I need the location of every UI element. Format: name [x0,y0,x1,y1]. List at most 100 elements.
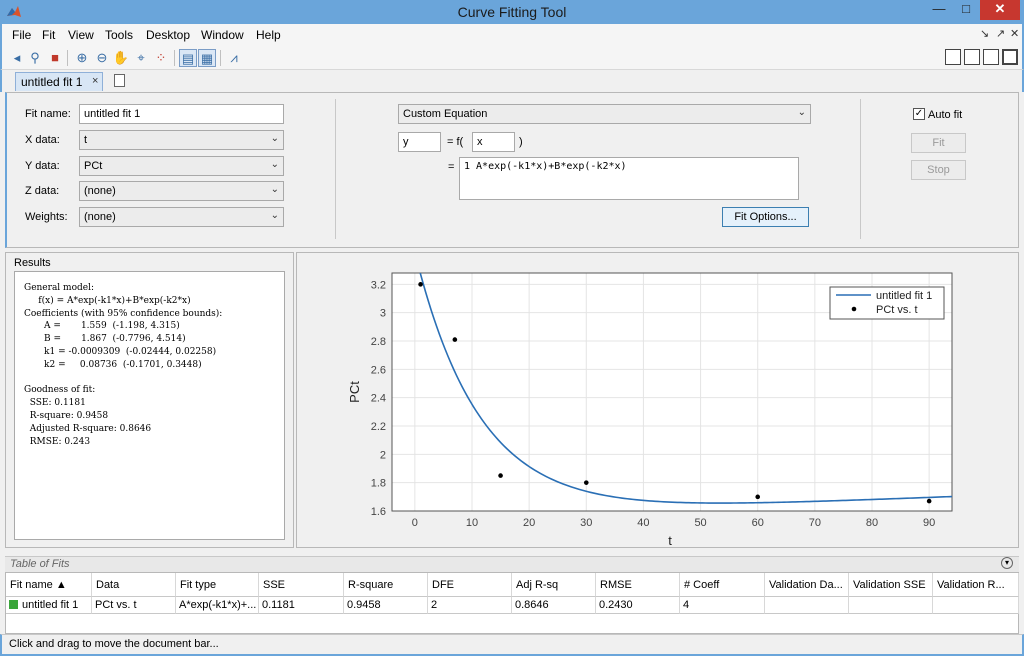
legend-label-data: PCt vs. t [876,304,918,316]
status-bar: Click and drag to move the document bar.… [0,634,1024,656]
maximize-layout-icon[interactable] [1002,49,1018,65]
table-cell: 4 [680,597,765,614]
column-header[interactable]: Fit type [176,573,259,597]
document-tab-bar: untitled fit 1 × [0,70,1024,92]
data-point[interactable] [926,498,932,504]
menu-tools[interactable]: Tools [105,28,133,42]
menu-file[interactable]: File [12,28,31,42]
toolbar: ◂ ⚲ ■ ⊕ ⊖ ✋ ⌖ ⁘ ▤ ▦ ⩘ [0,46,1024,70]
column-header[interactable]: R-square [344,573,428,597]
dependent-variable-input[interactable]: y [398,132,441,152]
menu-fit[interactable]: Fit [42,28,55,42]
y-tick-label: 2.8 [371,336,386,348]
z-data-label: Z data: [25,185,60,197]
weights-select[interactable]: (none) ⌄ [79,207,284,227]
window-title: Curve Fitting Tool [457,4,567,20]
menu-window[interactable]: Window [201,28,244,42]
chevron-down-icon: ⌄ [797,107,806,118]
y-tick-label: 2.2 [371,421,386,433]
fit-button[interactable]: Fit [911,133,966,153]
y-tick-label: 3.2 [371,279,386,291]
zoom-in-icon[interactable]: ⊕ [73,49,91,67]
dock-icon[interactable]: ↗ [996,27,1005,40]
fit-name-input[interactable]: untitled fit 1 [79,104,284,124]
independent-variable-input[interactable]: x [472,132,515,152]
auto-fit-checkbox[interactable]: ✓ [913,108,925,120]
y-tick-label: 1.6 [371,506,386,518]
maximize-button[interactable]: □ [954,0,978,20]
data-point[interactable] [498,473,503,478]
data-tip-icon[interactable]: ⌖ [132,49,150,67]
fit-settings-panel: Fit name: untitled fit 1 X data: t ⌄ Y da… [5,92,1019,248]
column-header[interactable]: Validation R... [933,573,1019,597]
column-header[interactable]: SSE [259,573,344,597]
divider [860,99,861,239]
column-header[interactable]: Adj R-sq [512,573,596,597]
table-cell: PCt vs. t [92,597,176,614]
column-header[interactable]: Data [92,573,176,597]
divider [335,99,336,239]
pan-icon[interactable]: ◂ [8,49,26,67]
table-cell [765,597,849,614]
column-header[interactable]: # Coeff [680,573,765,597]
data-point[interactable] [583,480,589,485]
menu-help[interactable]: Help [256,28,281,42]
weights-label: Weights: [25,211,68,223]
fit-status-icon [9,600,18,609]
x-axis-label: t [668,533,672,547]
chevron-down-icon: ⌄ [270,133,279,144]
column-header[interactable]: DFE [428,573,512,597]
fit-type-select[interactable]: Custom Equation ⌄ [398,104,811,124]
y-data-select[interactable]: PCt ⌄ [79,156,284,176]
data-point[interactable] [452,337,458,342]
x-data-select[interactable]: t ⌄ [79,130,284,150]
zoom-out-icon[interactable]: ⊖ [93,49,111,67]
chevron-down-icon: ⌄ [270,184,279,195]
data-point[interactable] [755,494,761,500]
new-fit-icon[interactable] [114,74,125,87]
close-document-icon[interactable]: ✕ [1010,27,1019,40]
grid-toggle-icon[interactable]: ▦ [198,49,216,67]
undock-icon[interactable]: ↘ [980,27,989,40]
x-tick-label: 50 [694,517,706,529]
legend-label-fit: untitled fit 1 [876,290,932,302]
tab-close-icon[interactable]: × [92,75,98,87]
y-tick-label: 2.4 [371,393,386,405]
residuals-icon[interactable]: ⩘ [225,49,243,67]
tile-grid-icon[interactable] [945,49,961,65]
x-tick-label: 90 [923,517,935,529]
close-button[interactable]: ✕ [980,0,1020,20]
z-data-value: (none) [84,185,116,197]
colormap-icon[interactable]: ■ [46,49,64,67]
data-point[interactable] [418,282,423,287]
data-cursor-icon[interactable]: ⚲ [26,49,44,67]
column-header[interactable]: Validation SSE [849,573,933,597]
hand-pan-icon[interactable]: ✋ [112,49,130,67]
fit-name-cell: untitled fit 1 [22,599,79,611]
x-tick-label: 40 [637,517,649,529]
y-data-value: PCt [84,160,103,172]
fit-name-label: Fit name: [25,108,71,120]
table-cell: 0.1181 [259,597,344,614]
title-bar: Curve Fitting Tool — □ ✕ [0,0,1024,24]
menu-desktop[interactable]: Desktop [146,28,190,42]
tile-columns-icon[interactable] [964,49,980,65]
collapse-icon[interactable]: ▾ [1001,557,1013,569]
column-header[interactable]: RMSE [596,573,680,597]
tile-rows-icon[interactable] [983,49,999,65]
fit-options-button[interactable]: Fit Options... [722,207,809,227]
equation-input[interactable]: 1 A*exp(-k1*x)+B*exp(-k2*x) [459,157,799,200]
stop-button[interactable]: Stop [911,160,966,180]
y-tick-label: 2.6 [371,364,386,376]
minimize-button[interactable]: — [926,0,952,20]
table-of-fits-title: Table of Fits [10,558,70,570]
legend-toggle-icon[interactable]: ▤ [179,49,197,67]
menu-view[interactable]: View [68,28,94,42]
column-header[interactable]: Validation Da... [765,573,849,597]
z-data-select[interactable]: (none) ⌄ [79,181,284,201]
x-data-value: t [84,134,88,146]
exclude-icon[interactable]: ⁘ [152,49,170,67]
column-header[interactable]: Fit name ▲ [6,573,92,597]
fit-plot[interactable]: 0 10 20 30 40 50 60 70 80 90 1.6 1.8 2 2.2 2.4 2.6 2.8 3 3… [297,253,1018,548]
tab-untitled-fit-1[interactable]: untitled fit 1 × [15,72,103,91]
